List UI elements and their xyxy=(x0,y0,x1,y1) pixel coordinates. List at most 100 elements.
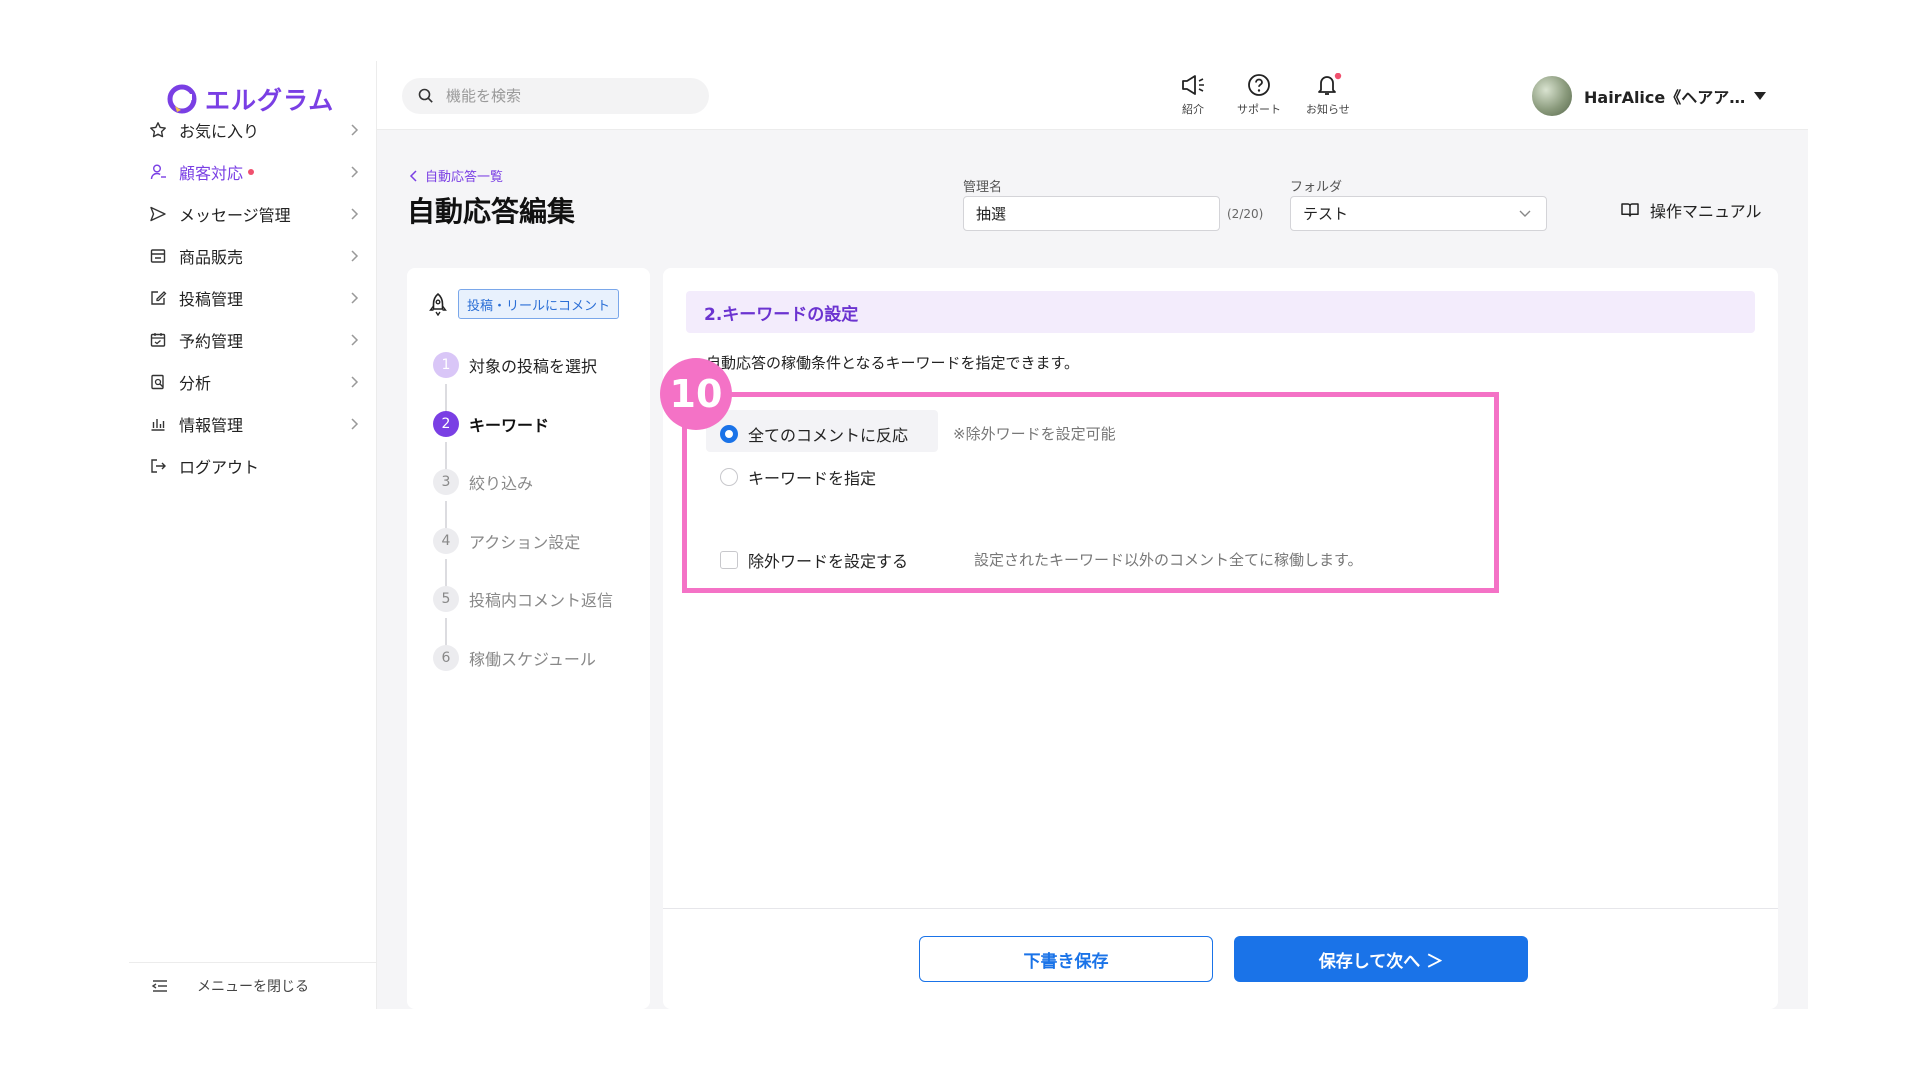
search-icon xyxy=(418,88,433,103)
step-number: 2 xyxy=(433,411,459,437)
edit-icon xyxy=(151,291,167,305)
step-connector xyxy=(445,442,447,470)
megaphone-icon xyxy=(1182,75,1204,95)
store-icon xyxy=(150,249,166,263)
bell-icon xyxy=(1317,73,1342,95)
step-label: 絞り込み xyxy=(469,474,534,493)
step-action[interactable]: 4 アクション設定 xyxy=(433,528,580,554)
step-number: 4 xyxy=(433,528,459,554)
collapse-menu-label: メニューを閉じる xyxy=(197,979,309,995)
section-description: 自動応答の稼働条件となるキーワードを指定できます。 xyxy=(706,354,1080,372)
step-connector xyxy=(445,384,447,412)
avatar xyxy=(1530,74,1574,118)
notification-dot xyxy=(248,169,255,175)
step-label: アクション設定 xyxy=(469,533,581,552)
search-box[interactable] xyxy=(402,78,709,114)
logo-text: エルグラム xyxy=(205,86,335,115)
name-field[interactable]: 抽選 xyxy=(963,196,1220,231)
steps-panel: 投稿・リールにコメント 1 対象の投稿を選択 2 キーワード 3 絞り込み 4 … xyxy=(407,268,650,1009)
sidebar-item-info[interactable]: 情報管理 xyxy=(149,407,363,441)
sidebar-item-label: お気に入り xyxy=(179,122,260,141)
sidebar-item-label: メッセージ管理 xyxy=(179,206,291,225)
name-field-value: 抽選 xyxy=(976,205,1007,223)
save-next-button[interactable]: 保存して次へ ＞ xyxy=(1234,936,1528,982)
chevron-right-icon xyxy=(351,292,359,304)
book-icon xyxy=(1621,203,1639,217)
page-title: 自動応答編集 xyxy=(407,195,576,228)
sidebar-item-label: 予約管理 xyxy=(179,332,244,351)
main-content: 自動応答一覧 自動応答編集 管理名 抽選 (2/20) フォルダ テスト 操作マ… xyxy=(377,130,1808,1009)
referral-button[interactable]: 紹介 xyxy=(1180,73,1206,117)
search-input[interactable] xyxy=(444,86,684,106)
chevron-right-icon xyxy=(351,166,359,178)
report-icon xyxy=(151,374,164,390)
footer-divider xyxy=(663,908,1778,909)
logo-icon xyxy=(167,84,197,114)
support-button[interactable]: サポート xyxy=(1237,73,1281,117)
step-number: 5 xyxy=(433,586,459,612)
person-icon xyxy=(150,164,166,180)
sidebar-item-analytics[interactable]: 分析 xyxy=(149,365,363,399)
step-label: キーワード xyxy=(469,416,550,435)
folder-select-value: テスト xyxy=(1303,205,1349,223)
section-header: 2.キーワードの設定 xyxy=(686,291,1755,333)
step-select-post[interactable]: 1 対象の投稿を選択 xyxy=(433,352,597,378)
chevron-left-icon xyxy=(409,169,417,182)
send-icon xyxy=(150,206,166,222)
chevron-right-icon xyxy=(351,376,359,388)
chevron-right-icon xyxy=(351,124,359,136)
trigger-type-badge: 投稿・リールにコメント xyxy=(458,289,620,319)
chevron-right-icon xyxy=(351,418,359,430)
referral-label: 紹介 xyxy=(1182,103,1204,116)
star-icon xyxy=(150,122,166,138)
menu-collapse-icon xyxy=(151,980,167,992)
sidebar-item-posts[interactable]: 投稿管理 xyxy=(149,281,363,315)
topbar: 紹介 サポート お知らせ HairAlice《ヘアア… xyxy=(377,61,1808,130)
collapse-menu-button[interactable]: メニューを閉じる xyxy=(129,962,377,1009)
notifications-button[interactable]: お知らせ xyxy=(1306,73,1350,117)
sidebar-item-reservations[interactable]: 予約管理 xyxy=(149,323,363,357)
step-number: 1 xyxy=(433,352,459,378)
breadcrumb[interactable]: 自動応答一覧 xyxy=(409,166,503,185)
step-label: 対象の投稿を選択 xyxy=(469,357,598,376)
breadcrumb-label: 自動応答一覧 xyxy=(425,170,504,185)
manual-link[interactable]: 操作マニュアル xyxy=(1620,198,1762,222)
caret-down-icon xyxy=(1754,92,1767,100)
sidebar-item-customer[interactable]: 顧客対応 xyxy=(149,155,363,189)
sidebar-item-label: 情報管理 xyxy=(179,416,244,435)
step-keyword[interactable]: 2 キーワード xyxy=(433,411,549,437)
chevron-right-icon xyxy=(351,334,359,346)
sidebar-item-logout[interactable]: ログアウト xyxy=(149,449,363,483)
save-draft-button[interactable]: 下書き保存 xyxy=(919,936,1213,982)
chevron-down-icon xyxy=(1519,210,1531,217)
step-number: 3 xyxy=(433,469,459,495)
help-icon xyxy=(1248,74,1270,96)
bar-chart-icon xyxy=(151,419,165,431)
step-connector xyxy=(445,559,447,587)
manual-label: 操作マニュアル xyxy=(1650,202,1762,221)
user-menu[interactable]: HairAlice《ヘアア… xyxy=(1530,73,1767,119)
annotation-highlight-box: 10 xyxy=(660,358,1499,593)
logout-icon xyxy=(151,459,166,473)
sidebar-item-favorites[interactable]: お気に入り xyxy=(149,113,363,147)
app-window: エルグラム お気に入り 顧客対応 メッセージ管理 商品販売 投稿管理 予約管理 … xyxy=(129,61,1808,1009)
sidebar: エルグラム お気に入り 顧客対応 メッセージ管理 商品販売 投稿管理 予約管理 … xyxy=(129,61,377,1009)
step-schedule[interactable]: 6 稼働スケジュール xyxy=(433,645,596,671)
folder-field-label: フォルダ xyxy=(1290,180,1343,195)
sidebar-item-sales[interactable]: 商品販売 xyxy=(149,239,363,273)
keyword-settings-panel: 2.キーワードの設定 自動応答の稼働条件となるキーワードを指定できます。 全ての… xyxy=(660,268,1778,1009)
sidebar-item-label: 顧客対応 xyxy=(179,164,244,183)
step-filter[interactable]: 3 絞り込み xyxy=(433,469,533,495)
name-field-label: 管理名 xyxy=(963,180,1003,195)
sidebar-item-messages[interactable]: メッセージ管理 xyxy=(149,197,363,231)
name-counter: (2/20) xyxy=(1227,207,1264,221)
user-name: HairAlice《ヘアア… xyxy=(1584,88,1746,107)
support-label: サポート xyxy=(1237,103,1281,116)
step-label: 投稿内コメント返信 xyxy=(469,591,614,610)
folder-select[interactable]: テスト xyxy=(1290,196,1547,231)
step-comment-reply[interactable]: 5 投稿内コメント返信 xyxy=(433,586,613,612)
annotation-step-number: 10 xyxy=(660,358,732,430)
chevron-right-icon xyxy=(351,250,359,262)
rocket-icon xyxy=(429,293,447,316)
sidebar-item-label: 投稿管理 xyxy=(179,290,244,309)
